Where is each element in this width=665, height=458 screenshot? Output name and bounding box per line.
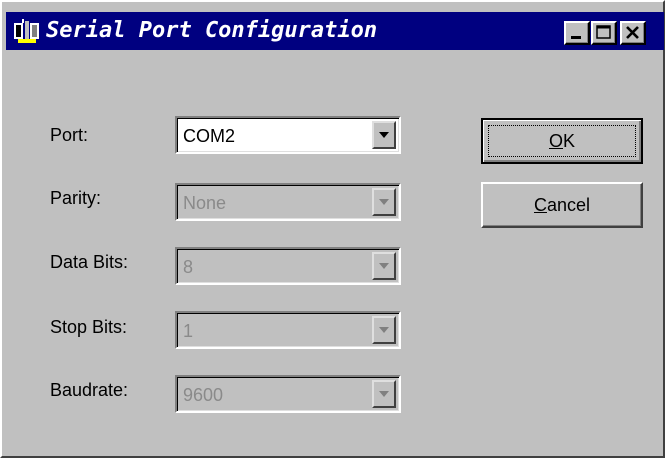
port-dropdown[interactable]: COM2 xyxy=(175,116,401,154)
close-icon xyxy=(626,26,639,39)
chevron-down-icon xyxy=(379,327,389,333)
stop-bits-value: 1 xyxy=(183,321,194,341)
baudrate-dropdown-button xyxy=(372,380,396,408)
parity-dropdown-button xyxy=(372,188,396,216)
title-bar[interactable]: Serial Port Configuration xyxy=(6,12,664,50)
ok-mnemonic: O xyxy=(548,131,563,151)
data-bits-value: 8 xyxy=(183,257,194,277)
stop-bits-dropdown: 1 xyxy=(175,311,401,349)
stop-bits-dropdown-button xyxy=(372,316,396,344)
minimize-icon xyxy=(571,36,581,39)
ok-label-rest: K xyxy=(563,131,576,151)
maximize-button[interactable] xyxy=(591,21,617,45)
window-title: Serial Port Configuration xyxy=(46,18,378,43)
cancel-mnemonic: C xyxy=(533,195,547,215)
port-value: COM2 xyxy=(183,126,236,146)
maximize-icon xyxy=(596,25,611,39)
cancel-button[interactable]: Cancel xyxy=(481,182,643,228)
baudrate-dropdown: 9600 xyxy=(175,375,401,413)
stop-bits-label: Stop Bits: xyxy=(50,317,128,337)
serial-port-icon[interactable] xyxy=(14,19,40,43)
cancel-label-rest: ancel xyxy=(546,195,591,215)
data-bits-label: Data Bits: xyxy=(50,252,129,272)
baudrate-label: Baudrate: xyxy=(50,380,129,400)
chevron-down-icon xyxy=(379,263,389,269)
data-bits-dropdown-button xyxy=(372,252,396,280)
port-label: Port: xyxy=(50,125,89,145)
chevron-down-icon xyxy=(379,132,389,138)
parity-value: None xyxy=(183,193,227,213)
baudrate-value: 9600 xyxy=(183,385,224,405)
chevron-down-icon xyxy=(379,199,389,205)
serial-port-configuration-dialog: Serial Port Configuration Port: COM2 Par… xyxy=(0,0,665,458)
close-button[interactable] xyxy=(620,21,646,45)
ok-button[interactable]: OK xyxy=(481,118,643,164)
data-bits-dropdown: 8 xyxy=(175,247,401,285)
port-dropdown-button[interactable] xyxy=(372,121,396,149)
minimize-button[interactable] xyxy=(564,21,590,45)
parity-label: Parity: xyxy=(50,188,102,208)
chevron-down-icon xyxy=(379,391,389,397)
parity-dropdown: None xyxy=(175,183,401,221)
